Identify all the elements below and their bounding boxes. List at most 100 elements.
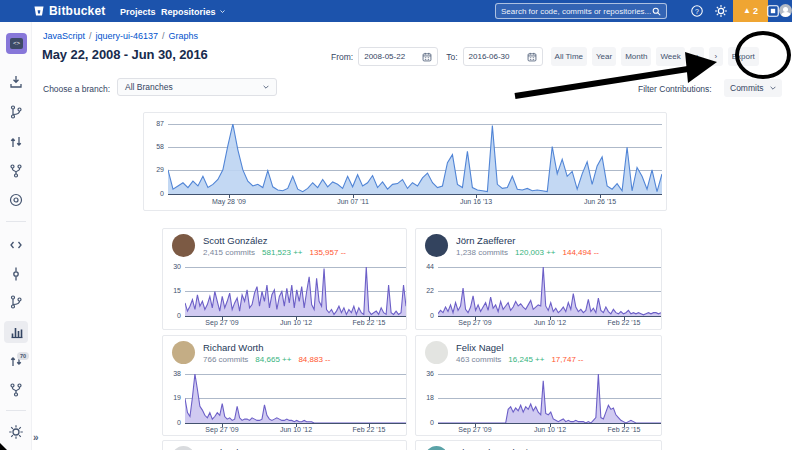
y-tick: 38 <box>165 370 181 377</box>
contributor-name: Richard Worth <box>203 342 264 353</box>
contributor-card: Paul Bakaus <box>162 440 407 450</box>
y-tick: 44 <box>418 263 434 270</box>
contributor-stats: 2,415 commits581,523 ++135,957 -- <box>203 248 346 257</box>
contributor-area-chart <box>438 267 661 316</box>
lines-added: 16,245 ++ <box>508 355 544 364</box>
filter-dropdown[interactable]: Commits <box>724 79 782 97</box>
commits-overview-chart-card: 87 58 29 0 May 28 '09 Jun 07 '11 Jun 16 … <box>143 112 667 211</box>
lines-removed: 144,494 -- <box>563 248 599 257</box>
app-switcher-icon[interactable] <box>766 4 780 18</box>
y-tick: 30 <box>165 263 181 270</box>
contributor-card: Alexander Schmitz <box>415 440 662 450</box>
breadcrumb-repo[interactable]: jquery-ui-46137 <box>96 31 159 41</box>
branch-label: Choose a branch: <box>43 84 110 94</box>
branch-icon[interactable] <box>8 104 24 120</box>
breadcrumb: JavaScript/jquery-ui-46137/Graphs <box>43 31 198 41</box>
help-icon[interactable]: ? <box>690 4 704 18</box>
top-navbar: Bitbucket Projects Repositories Search f… <box>0 0 792 22</box>
commits-icon[interactable] <box>8 266 24 282</box>
chevron-down-icon <box>263 84 269 90</box>
nav-projects[interactable]: Projects <box>120 7 156 17</box>
x-tick: Sep 27 '09 <box>445 426 505 433</box>
gear-icon[interactable] <box>714 4 728 18</box>
contributor-name: Scott González <box>203 235 267 246</box>
avatar <box>172 341 195 364</box>
lines-removed: 17,747 -- <box>551 355 583 364</box>
clone-icon[interactable] <box>8 74 24 90</box>
branches-icon[interactable] <box>8 294 24 310</box>
all-time-button[interactable]: All Time <box>551 47 587 66</box>
graphs-icon <box>9 324 25 340</box>
calendar-icon[interactable] <box>527 52 537 62</box>
from-date-input[interactable]: 2008-05-22 <box>358 47 438 66</box>
warning-icon: ▲ <box>743 7 751 15</box>
contributor-stats: 1,238 commits 120,003 ++ 144,494 -- <box>456 248 599 257</box>
calendar-icon[interactable] <box>422 52 432 62</box>
next-button[interactable]: › <box>709 47 723 66</box>
x-tick: Jun 10 '12 <box>520 426 580 433</box>
search-input[interactable]: Search for code, commits or repositories… <box>495 3 667 19</box>
y-tick: 0 <box>418 312 434 319</box>
avatar <box>425 234 448 257</box>
contributor-area-chart <box>185 267 406 316</box>
avatar <box>425 446 448 450</box>
x-tick: Feb 22 '15 <box>594 426 654 433</box>
forks-icon[interactable] <box>8 382 24 398</box>
to-label: To: <box>446 52 457 62</box>
from-label: From: <box>331 52 353 62</box>
fork-icon[interactable] <box>8 163 24 179</box>
x-tick: Sep 27 '09 <box>192 426 252 433</box>
breadcrumb-project[interactable]: JavaScript <box>43 31 85 41</box>
left-sidebar: <> 70 <box>0 22 32 450</box>
contributor-card: Richard Worth766 commits84,665 ++84,883 … <box>162 335 407 436</box>
x-tick: Jun 10 '12 <box>520 319 580 326</box>
expand-sidebar-icon[interactable]: » <box>33 432 39 443</box>
chevron-down-icon <box>770 85 776 91</box>
pipelines-icon[interactable] <box>8 192 24 208</box>
x-tick: Feb 22 '15 <box>339 319 399 326</box>
contributor-card: Felix Nagel463 commits16,245 ++17,747 --… <box>415 335 662 436</box>
y-tick: 22 <box>418 287 434 294</box>
settings-gear-icon[interactable] <box>8 424 24 440</box>
y-tick: 29 <box>146 166 164 173</box>
repo-avatar[interactable]: <> <box>6 33 27 54</box>
bitbucket-logo-icon[interactable] <box>33 5 45 17</box>
alerts-badge[interactable]: ▲ 2 <box>733 0 768 22</box>
x-tick: Jun 07 '11 <box>323 198 383 205</box>
filter-label: Filter Contributions: <box>638 84 712 94</box>
pull-request-icon[interactable] <box>8 134 24 150</box>
lines-added: 120,003 ++ <box>515 248 555 257</box>
search-placeholder: Search for code, commits or repositories… <box>501 7 652 16</box>
x-tick: May 28 '09 <box>199 198 259 205</box>
avatar <box>425 341 448 364</box>
month-button[interactable]: Month <box>621 47 651 66</box>
y-tick: 36 <box>418 370 434 377</box>
to-date-input[interactable]: 2016-06-30 <box>463 47 543 66</box>
user-avatar[interactable] <box>779 4 792 17</box>
nav-repositories[interactable]: Repositories <box>161 7 225 17</box>
breadcrumb-page[interactable]: Graphs <box>169 31 199 41</box>
x-tick: Jun 16 '13 <box>446 198 506 205</box>
week-button[interactable]: Week <box>656 47 684 66</box>
lines-removed: 135,957 -- <box>310 248 346 257</box>
y-tick: 19 <box>165 394 181 401</box>
y-tick: 18 <box>418 394 434 401</box>
lines-added: 84,665 ++ <box>255 355 291 364</box>
year-button[interactable]: Year <box>592 47 616 66</box>
contributor-card: Scott González2,415 commits581,523 ++135… <box>162 228 407 330</box>
sidebar-divider <box>6 410 26 411</box>
y-tick: 0 <box>165 419 181 426</box>
contributor-stats: 463 commits16,245 ++17,747 -- <box>456 355 583 364</box>
prev-button[interactable]: ‹ <box>690 47 704 66</box>
y-tick: 15 <box>165 287 181 294</box>
brand-title[interactable]: Bitbucket <box>49 4 105 18</box>
date-range-controls: From: 2008-05-22 To: 2016-06-30 All Time… <box>331 47 759 66</box>
branch-dropdown[interactable]: All Branches <box>117 78 277 96</box>
lines-added: 581,523 ++ <box>262 248 302 257</box>
commit-count: 1,238 commits <box>456 248 508 257</box>
pr-count-badge: 70 <box>17 352 29 360</box>
contributor-area-chart <box>438 374 661 423</box>
avatar <box>172 234 195 257</box>
x-tick: Sep 27 '09 <box>445 319 505 326</box>
source-icon[interactable] <box>8 237 24 253</box>
